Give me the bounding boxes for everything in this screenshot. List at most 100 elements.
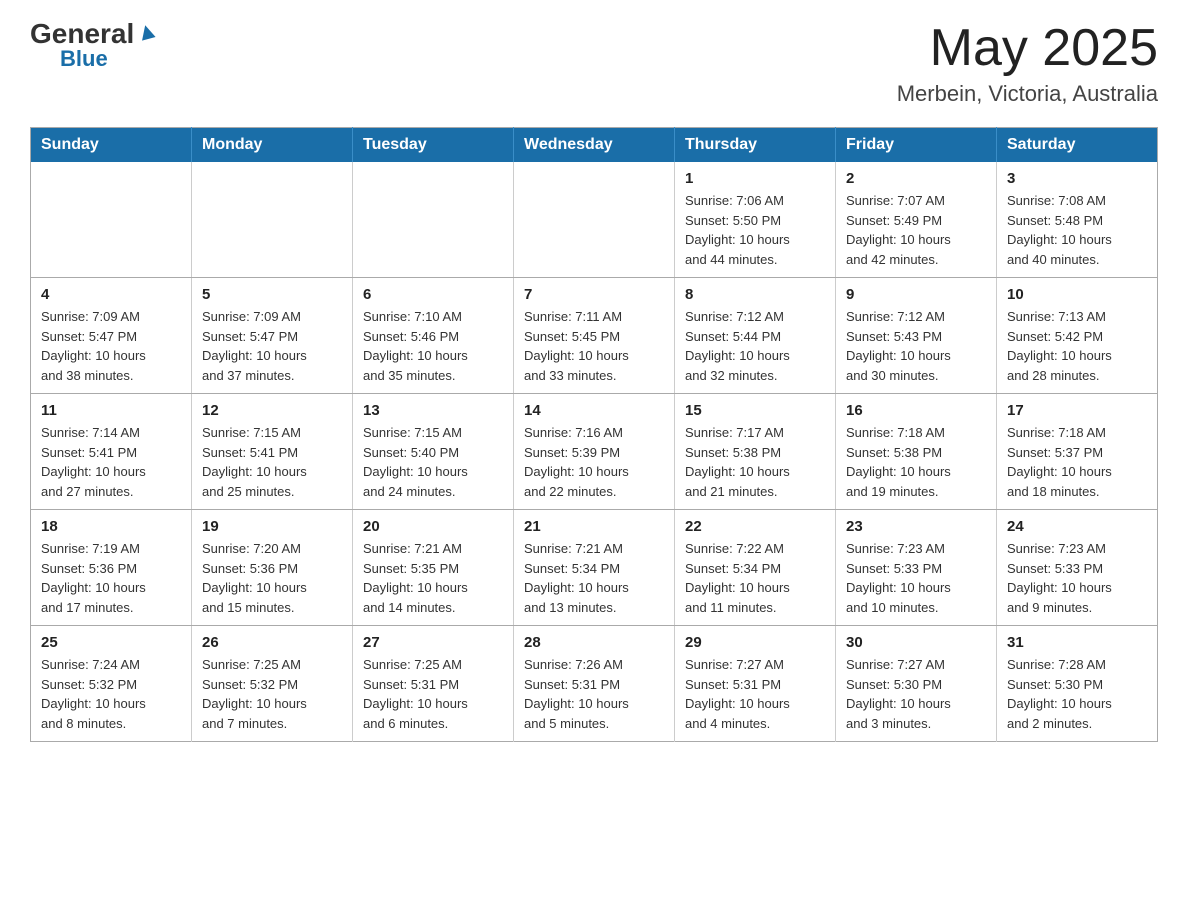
day-info: Sunrise: 7:18 AM Sunset: 5:37 PM Dayligh… (1007, 423, 1147, 501)
calendar-cell: 15 Sunrise: 7:17 AM Sunset: 5:38 PM Dayli… (675, 394, 836, 510)
day-info: Sunrise: 7:21 AM Sunset: 5:34 PM Dayligh… (524, 539, 664, 617)
calendar-cell (31, 162, 192, 278)
day-number: 20 (363, 518, 503, 535)
day-number: 18 (41, 518, 181, 535)
day-of-week-header: Sunday (31, 128, 192, 163)
logo-general-text: General (30, 20, 134, 48)
day-number: 29 (685, 634, 825, 651)
calendar-cell: 11 Sunrise: 7:14 AM Sunset: 5:41 PM Dayli… (31, 394, 192, 510)
calendar-cell: 23Sunrise: 7:23 AM Sunset: 5:33 PM Dayli… (836, 510, 997, 626)
day-number: 13 (363, 402, 503, 419)
day-info: Sunrise: 7:06 AM Sunset: 5:50 PM Dayligh… (685, 191, 825, 269)
day-info: Sunrise: 7:28 AM Sunset: 5:30 PM Dayligh… (1007, 655, 1147, 733)
day-info: Sunrise: 7:27 AM Sunset: 5:31 PM Dayligh… (685, 655, 825, 733)
calendar-cell: 18Sunrise: 7:19 AM Sunset: 5:36 PM Dayli… (31, 510, 192, 626)
day-number: 16 (846, 402, 986, 419)
calendar-cell: 6 Sunrise: 7:10 AM Sunset: 5:46 PM Daylig… (353, 278, 514, 394)
day-number: 25 (41, 634, 181, 651)
calendar-cell: 9 Sunrise: 7:12 AM Sunset: 5:43 PM Daylig… (836, 278, 997, 394)
day-number: 10 (1007, 286, 1147, 303)
calendar-cell (353, 162, 514, 278)
day-number: 15 (685, 402, 825, 419)
day-info: Sunrise: 7:27 AM Sunset: 5:30 PM Dayligh… (846, 655, 986, 733)
calendar-table: SundayMondayTuesdayWednesdayThursdayFrid… (30, 127, 1158, 742)
calendar-cell: 26Sunrise: 7:25 AM Sunset: 5:32 PM Dayli… (192, 626, 353, 742)
calendar-cell: 14 Sunrise: 7:16 AM Sunset: 5:39 PM Dayli… (514, 394, 675, 510)
logo-arrow-icon (136, 21, 158, 43)
calendar-cell: 19 Sunrise: 7:20 AM Sunset: 5:36 PM Dayli… (192, 510, 353, 626)
calendar-cell: 28 Sunrise: 7:26 AM Sunset: 5:31 PM Dayli… (514, 626, 675, 742)
day-number: 17 (1007, 402, 1147, 419)
calendar-cell: 1 Sunrise: 7:06 AM Sunset: 5:50 PM Daylig… (675, 162, 836, 278)
calendar-cell (192, 162, 353, 278)
calendar-cell: 16Sunrise: 7:18 AM Sunset: 5:38 PM Dayli… (836, 394, 997, 510)
day-number: 8 (685, 286, 825, 303)
calendar-cell: 4Sunrise: 7:09 AM Sunset: 5:47 PM Daylig… (31, 278, 192, 394)
day-info: Sunrise: 7:20 AM Sunset: 5:36 PM Dayligh… (202, 539, 342, 617)
day-info: Sunrise: 7:21 AM Sunset: 5:35 PM Dayligh… (363, 539, 503, 617)
calendar-cell: 21 Sunrise: 7:21 AM Sunset: 5:34 PM Dayli… (514, 510, 675, 626)
calendar-cell: 25Sunrise: 7:24 AM Sunset: 5:32 PM Dayli… (31, 626, 192, 742)
day-number: 5 (202, 286, 342, 303)
calendar-cell: 30 Sunrise: 7:27 AM Sunset: 5:30 PM Dayli… (836, 626, 997, 742)
day-info: Sunrise: 7:11 AM Sunset: 5:45 PM Dayligh… (524, 307, 664, 385)
day-of-week-header: Wednesday (514, 128, 675, 163)
day-info: Sunrise: 7:17 AM Sunset: 5:38 PM Dayligh… (685, 423, 825, 501)
calendar-cell: 20 Sunrise: 7:21 AM Sunset: 5:35 PM Dayli… (353, 510, 514, 626)
day-number: 23 (846, 518, 986, 535)
day-number: 14 (524, 402, 664, 419)
day-info: Sunrise: 7:16 AM Sunset: 5:39 PM Dayligh… (524, 423, 664, 501)
day-of-week-header: Tuesday (353, 128, 514, 163)
day-number: 19 (202, 518, 342, 535)
day-info: Sunrise: 7:15 AM Sunset: 5:41 PM Dayligh… (202, 423, 342, 501)
day-info: Sunrise: 7:26 AM Sunset: 5:31 PM Dayligh… (524, 655, 664, 733)
calendar-cell: 13 Sunrise: 7:15 AM Sunset: 5:40 PM Dayli… (353, 394, 514, 510)
day-of-week-header: Saturday (997, 128, 1158, 163)
day-of-week-header: Friday (836, 128, 997, 163)
calendar-week-row: 1 Sunrise: 7:06 AM Sunset: 5:50 PM Daylig… (31, 162, 1158, 278)
calendar-cell: 17 Sunrise: 7:18 AM Sunset: 5:37 PM Dayli… (997, 394, 1158, 510)
calendar-cell: 10Sunrise: 7:13 AM Sunset: 5:42 PM Dayli… (997, 278, 1158, 394)
calendar-cell: 5 Sunrise: 7:09 AM Sunset: 5:47 PM Daylig… (192, 278, 353, 394)
calendar-cell: 8 Sunrise: 7:12 AM Sunset: 5:44 PM Daylig… (675, 278, 836, 394)
day-number: 3 (1007, 170, 1147, 187)
day-number: 11 (41, 402, 181, 419)
day-info: Sunrise: 7:14 AM Sunset: 5:41 PM Dayligh… (41, 423, 181, 501)
calendar-body: 1 Sunrise: 7:06 AM Sunset: 5:50 PM Daylig… (31, 162, 1158, 742)
calendar-week-row: 25Sunrise: 7:24 AM Sunset: 5:32 PM Dayli… (31, 626, 1158, 742)
page-header: General Blue May 2025 Merbein, Victoria,… (30, 20, 1158, 107)
calendar-cell: 31 Sunrise: 7:28 AM Sunset: 5:30 PM Dayli… (997, 626, 1158, 742)
calendar-cell: 22Sunrise: 7:22 AM Sunset: 5:34 PM Dayli… (675, 510, 836, 626)
day-number: 30 (846, 634, 986, 651)
day-info: Sunrise: 7:10 AM Sunset: 5:46 PM Dayligh… (363, 307, 503, 385)
day-info: Sunrise: 7:23 AM Sunset: 5:33 PM Dayligh… (1007, 539, 1147, 617)
day-info: Sunrise: 7:25 AM Sunset: 5:31 PM Dayligh… (363, 655, 503, 733)
day-number: 1 (685, 170, 825, 187)
logo: General Blue (30, 20, 158, 70)
day-info: Sunrise: 7:09 AM Sunset: 5:47 PM Dayligh… (202, 307, 342, 385)
day-number: 7 (524, 286, 664, 303)
day-number: 12 (202, 402, 342, 419)
calendar-cell: 3 Sunrise: 7:08 AM Sunset: 5:48 PM Daylig… (997, 162, 1158, 278)
day-number: 6 (363, 286, 503, 303)
calendar-cell: 12 Sunrise: 7:15 AM Sunset: 5:41 PM Dayli… (192, 394, 353, 510)
day-number: 28 (524, 634, 664, 651)
day-number: 31 (1007, 634, 1147, 651)
day-info: Sunrise: 7:08 AM Sunset: 5:48 PM Dayligh… (1007, 191, 1147, 269)
day-number: 21 (524, 518, 664, 535)
month-year-title: May 2025 (897, 20, 1158, 77)
day-info: Sunrise: 7:22 AM Sunset: 5:34 PM Dayligh… (685, 539, 825, 617)
day-number: 24 (1007, 518, 1147, 535)
day-number: 27 (363, 634, 503, 651)
day-info: Sunrise: 7:15 AM Sunset: 5:40 PM Dayligh… (363, 423, 503, 501)
location-text: Merbein, Victoria, Australia (897, 81, 1158, 107)
day-number: 26 (202, 634, 342, 651)
day-info: Sunrise: 7:07 AM Sunset: 5:49 PM Dayligh… (846, 191, 986, 269)
logo-blue-text: Blue (60, 48, 108, 70)
calendar-cell: 29 Sunrise: 7:27 AM Sunset: 5:31 PM Dayli… (675, 626, 836, 742)
days-of-week-row: SundayMondayTuesdayWednesdayThursdayFrid… (31, 128, 1158, 163)
day-number: 9 (846, 286, 986, 303)
calendar-cell: 27 Sunrise: 7:25 AM Sunset: 5:31 PM Dayli… (353, 626, 514, 742)
day-info: Sunrise: 7:12 AM Sunset: 5:44 PM Dayligh… (685, 307, 825, 385)
day-info: Sunrise: 7:12 AM Sunset: 5:43 PM Dayligh… (846, 307, 986, 385)
